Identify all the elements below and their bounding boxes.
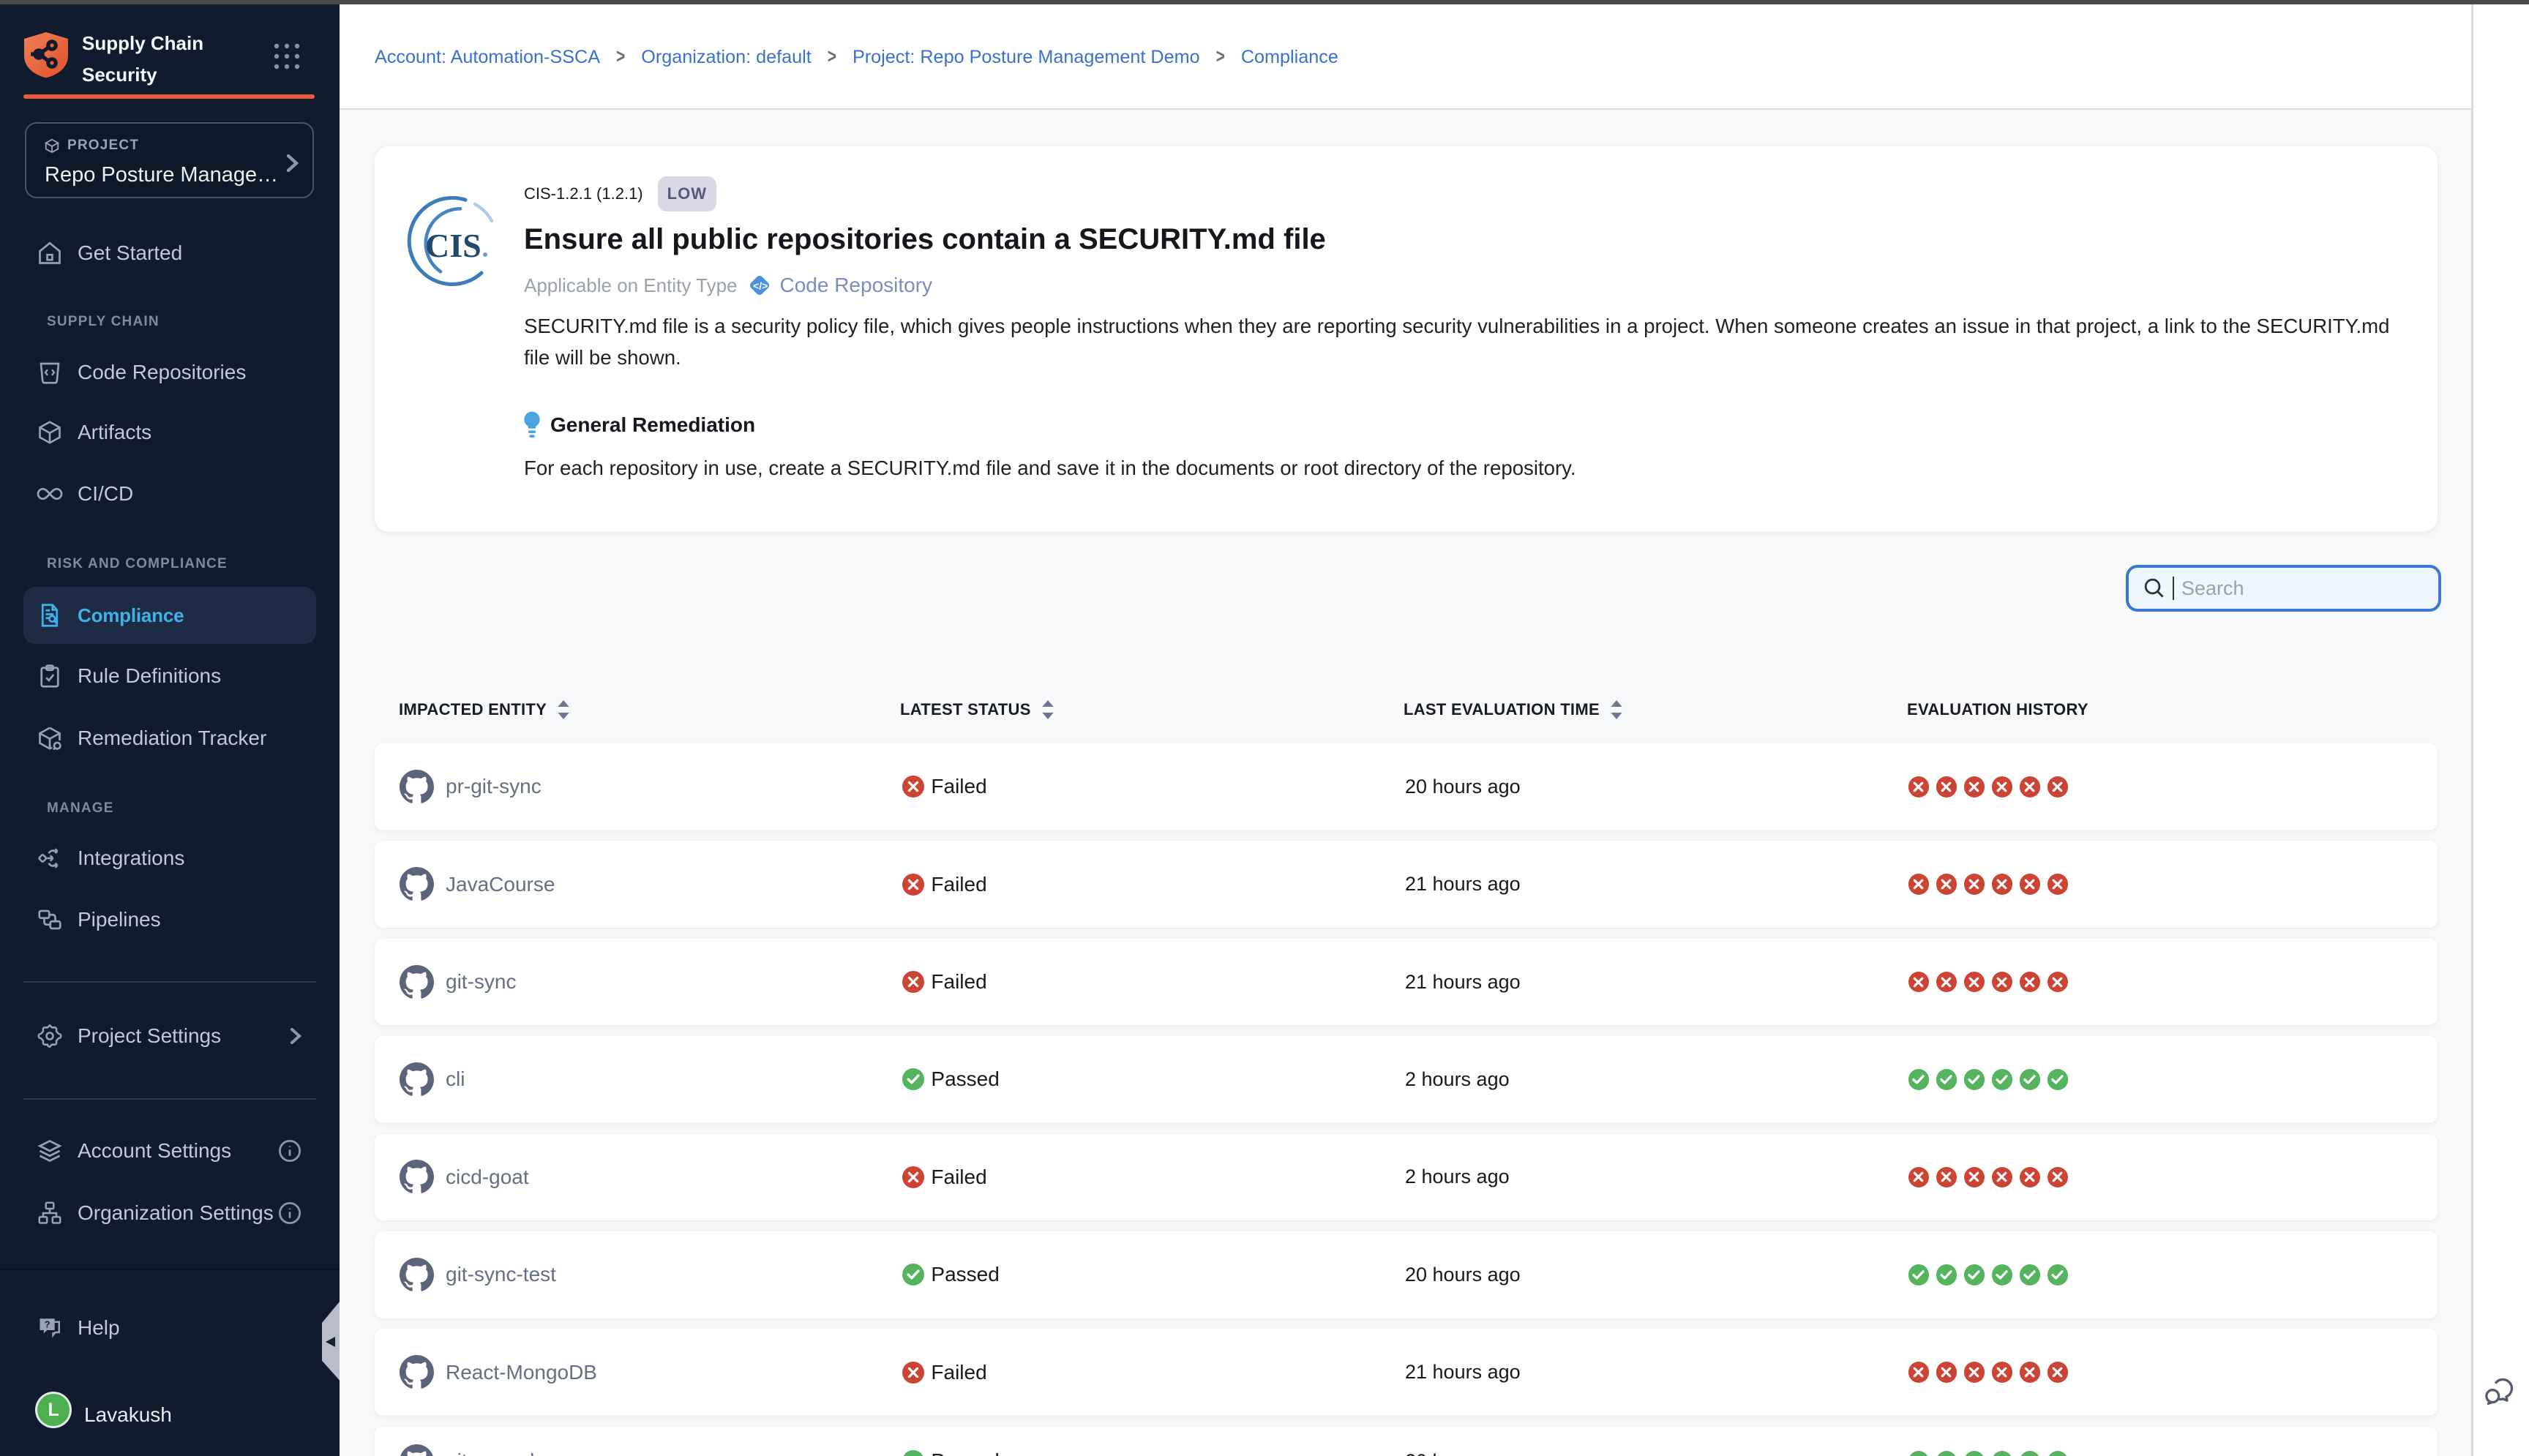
svg-text:</>: </> [753,280,768,292]
svg-text:?: ? [45,1319,50,1330]
svg-text:CIS: CIS [425,227,482,264]
